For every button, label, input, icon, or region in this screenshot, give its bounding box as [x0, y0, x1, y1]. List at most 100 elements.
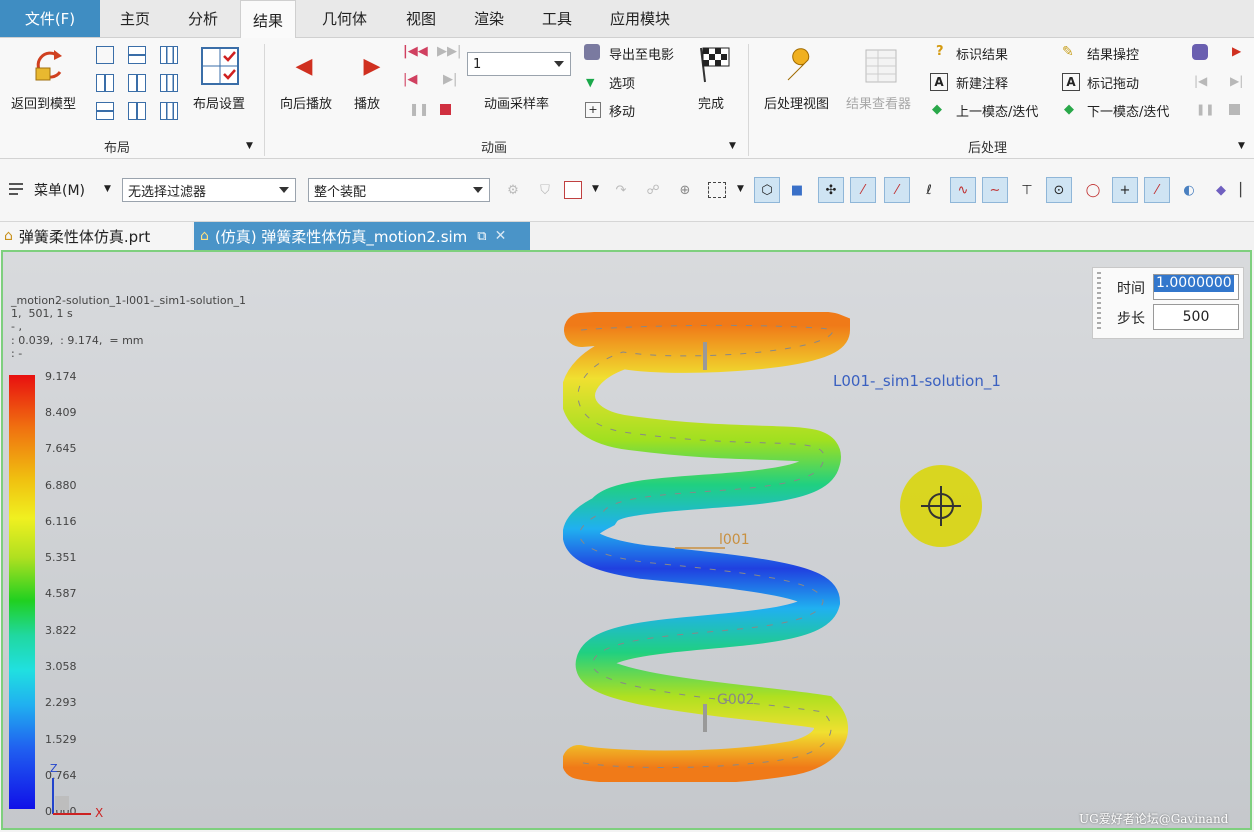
first-frame-icon[interactable]: |◀◀ — [403, 44, 428, 59]
export-movie-label[interactable]: 导出至电影 — [609, 44, 674, 63]
control-point-icon[interactable]: ℓ — [916, 177, 942, 203]
layout-group-expand-icon[interactable]: ▼ — [246, 141, 253, 151]
return-model-icon[interactable] — [28, 46, 68, 86]
options-label[interactable]: 选项 — [609, 73, 635, 92]
layout-h-icon[interactable] — [96, 102, 114, 120]
graphics-viewport[interactable]: _motion2-solution_1-l001-_sim1-solution_… — [1, 250, 1252, 830]
step-field[interactable]: 500 — [1153, 304, 1239, 330]
layout-settings-label[interactable]: 布局设置 — [193, 93, 245, 112]
new-annotation-label[interactable]: 新建注释 — [956, 73, 1008, 92]
bounded-point-icon[interactable]: ◆ — [1208, 177, 1234, 203]
play-back-label[interactable]: 向后播放 — [280, 93, 332, 112]
layout-6-icon[interactable] — [160, 74, 178, 92]
tangent-icon[interactable]: ⊤ — [1014, 177, 1040, 203]
close-icon[interactable]: ✕ — [495, 228, 507, 244]
play-back-icon[interactable]: ◀ — [292, 52, 316, 80]
next-mode-label[interactable]: 下一模态/迭代 — [1087, 101, 1169, 120]
mark-drag-icon[interactable]: A — [1062, 73, 1080, 91]
file-menu[interactable]: 文件(F) — [0, 0, 100, 37]
post-view-wrench-icon[interactable] — [778, 46, 818, 86]
snap-point-icon[interactable] — [560, 177, 586, 203]
move-icon[interactable]: + — [585, 102, 601, 118]
rectangle-select-chevron-icon[interactable]: ▼ — [737, 184, 744, 194]
rotate-icon[interactable]: ↷ — [608, 177, 634, 203]
tab-results[interactable]: 结果 — [240, 0, 297, 39]
export-movie-icon[interactable] — [584, 44, 600, 60]
finish-label[interactable]: 完成 — [698, 93, 724, 112]
pan-icon[interactable]: ☍ — [640, 177, 666, 203]
doc-tab-sim[interactable]: ⌂ (仿真) 弹簧柔性体仿真_motion2.sim ⧉ ✕ — [194, 222, 530, 250]
result-viewer-label[interactable]: 结果查看器 — [846, 93, 911, 112]
animation-group-expand-icon[interactable]: ▼ — [729, 141, 736, 151]
play-icon[interactable]: ▶ — [360, 52, 384, 80]
finish-flag-icon[interactable] — [695, 44, 735, 84]
new-annotation-icon[interactable]: A — [930, 73, 948, 91]
menu-button[interactable]: 菜单(M) — [34, 180, 85, 200]
spring-model[interactable] — [563, 312, 863, 782]
stop-result-icon[interactable] — [1229, 104, 1240, 115]
mid-point-icon[interactable]: ⁄ — [884, 177, 910, 203]
existing-point-icon[interactable]: + — [1112, 177, 1138, 203]
layout-2v-icon[interactable] — [96, 74, 114, 92]
more-tools-icon[interactable]: ▏ — [1238, 177, 1252, 203]
tab-geometry[interactable]: 几何体 — [322, 0, 367, 37]
last-result-icon[interactable]: ▶| — [1230, 74, 1243, 88]
rectangle-select-icon[interactable] — [704, 177, 730, 203]
end-point-icon[interactable]: ⁄ — [850, 177, 876, 203]
snap-point-chevron-icon[interactable]: ▼ — [592, 184, 599, 194]
play-label[interactable]: 播放 — [354, 93, 380, 112]
intersection-icon[interactable]: ∿ — [950, 177, 976, 203]
post-view-label[interactable]: 后处理视图 — [764, 93, 829, 112]
mark-drag-label[interactable]: 标记拖动 — [1087, 73, 1139, 92]
layout-2h-icon[interactable] — [128, 46, 146, 64]
tab-render[interactable]: 渲染 — [474, 0, 504, 37]
options-icon[interactable]: ▼ — [586, 76, 594, 89]
result-probe-icon[interactable]: ✎ — [1062, 44, 1074, 60]
first-result-icon[interactable]: |◀ — [1194, 74, 1207, 88]
assembly-scope-select[interactable]: 整个装配 — [308, 178, 490, 202]
quadrant-icon[interactable]: ◯ — [1080, 177, 1106, 203]
point-on-curve-icon[interactable]: ⁄ — [1144, 177, 1170, 203]
drag-handle-icon[interactable] — [1097, 272, 1101, 332]
layout-single-icon[interactable] — [96, 46, 114, 64]
filter-icon[interactable]: ⛉ — [532, 177, 558, 203]
identify-result-label[interactable]: 标识结果 — [956, 44, 1008, 63]
move-label[interactable]: 移动 — [609, 101, 635, 120]
doc-tab-prt[interactable]: ⌂ 弹簧柔性体仿真.prt — [0, 222, 192, 250]
display-icon[interactable] — [1192, 44, 1208, 60]
time-field[interactable]: 1.0000000 — [1153, 274, 1239, 300]
layout-settings-icon[interactable] — [200, 46, 240, 86]
tab-view[interactable]: 视图 — [406, 0, 436, 37]
identify-result-icon[interactable]: ? — [936, 44, 944, 59]
snap-all-icon[interactable]: ✣ — [818, 177, 844, 203]
curve-point-icon[interactable]: ∼ — [982, 177, 1008, 203]
prev-frame-icon[interactable]: |◀ — [403, 72, 417, 87]
post-group-expand-icon[interactable]: ▼ — [1238, 141, 1245, 151]
pause-icon[interactable]: ❚❚ — [409, 102, 429, 116]
menu-chevron-icon[interactable]: ▼ — [104, 184, 111, 194]
stop-icon[interactable] — [440, 104, 451, 115]
last-frame-icon[interactable]: ▶▶| — [437, 44, 461, 59]
tab-applications[interactable]: 应用模块 — [610, 0, 670, 37]
pause-result-icon[interactable]: ❚❚ — [1196, 103, 1214, 116]
selection-filter-select[interactable]: 无选择过滤器 — [122, 178, 296, 202]
point-on-face-icon[interactable]: ◐ — [1176, 177, 1202, 203]
next-frame-icon[interactable]: ▶| — [443, 72, 457, 87]
result-viewer-icon[interactable] — [862, 46, 902, 86]
prev-mode-icon[interactable]: ◆ — [932, 102, 942, 117]
select-component-icon[interactable]: ⚙ — [500, 177, 526, 203]
select-feature-icon[interactable]: ⊕ — [672, 177, 698, 203]
menu-icon[interactable] — [8, 181, 26, 197]
layout-9-icon[interactable] — [160, 102, 178, 120]
result-probe-label[interactable]: 结果操控 — [1087, 44, 1139, 63]
tab-analysis[interactable]: 分析 — [188, 0, 218, 37]
layout-3v-icon[interactable] — [160, 46, 178, 64]
next-mode-icon[interactable]: ◆ — [1064, 102, 1074, 117]
prev-mode-label[interactable]: 上一模态/迭代 — [956, 101, 1038, 120]
next-result-icon[interactable]: ▶ — [1232, 44, 1241, 58]
animation-rate-select[interactable]: 1 — [467, 52, 571, 76]
shaded-view-icon[interactable]: ⬡ — [754, 177, 780, 203]
layout-4-icon[interactable] — [128, 74, 146, 92]
return-model-label[interactable]: 返回到模型 — [11, 93, 76, 112]
arc-center-icon[interactable]: ⊙ — [1046, 177, 1072, 203]
